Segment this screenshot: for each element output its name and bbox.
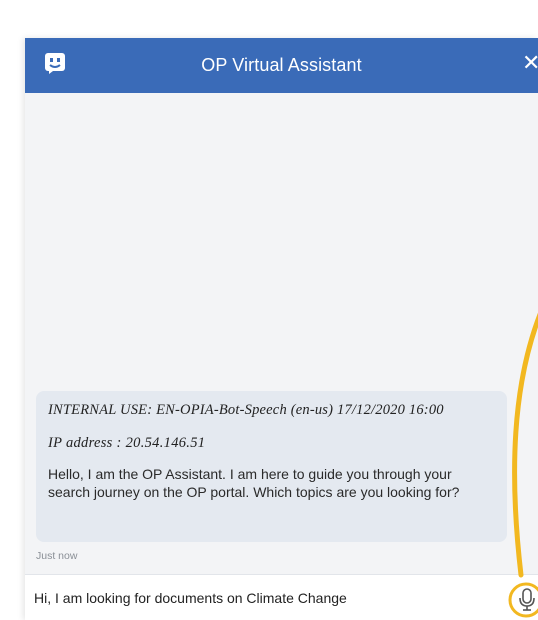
bot-message-bubble: INTERNAL USE: EN-OPIA-Bot-Speech (en-us)…: [36, 391, 507, 542]
close-icon: ✕: [522, 50, 538, 75]
message-input[interactable]: [34, 587, 494, 609]
chat-header: OP Virtual Assistant ✕: [25, 38, 538, 93]
composer-bar: [25, 574, 538, 620]
internal-use-line: INTERNAL USE: EN-OPIA-Bot-Speech (en-us)…: [48, 402, 444, 418]
ip-address-line: IP address : 20.54.146.51: [48, 435, 206, 451]
chat-title: OP Virtual Assistant: [201, 55, 362, 75]
bot-face-icon: [45, 53, 65, 74]
message-list: INTERNAL USE: EN-OPIA-Bot-Speech (en-us)…: [25, 93, 538, 574]
greeting-text: Hello, I am the OP Assistant. I am here …: [48, 466, 460, 500]
chat-window: OP Virtual Assistant ✕ INTERNAL USE: EN-…: [25, 38, 538, 620]
message-timestamp: Just now: [36, 550, 78, 562]
microphone-icon: [519, 588, 535, 611]
microphone-button[interactable]: [514, 584, 538, 614]
close-button[interactable]: ✕: [522, 51, 538, 75]
